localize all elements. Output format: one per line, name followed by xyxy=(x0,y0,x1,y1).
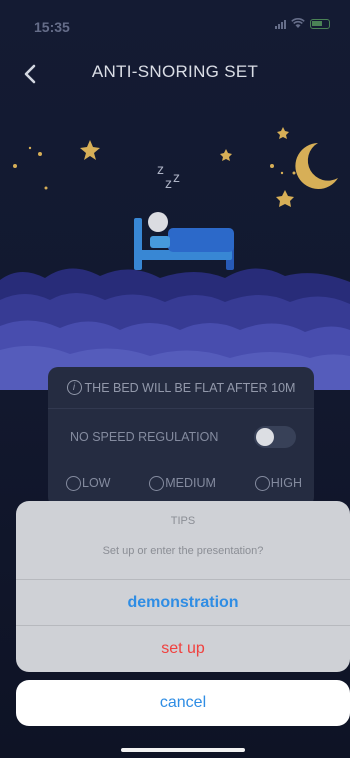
set-up-button[interactable]: set up xyxy=(16,625,350,672)
sheet-title: TIPS xyxy=(170,515,196,527)
sheet-message: Set up or enter the presentation? xyxy=(102,545,264,557)
tips-action-sheet: TIPS Set up or enter the presentation? d… xyxy=(16,501,350,672)
demonstration-button[interactable]: demonstration xyxy=(16,579,350,625)
home-indicator xyxy=(121,748,245,752)
cancel-button[interactable]: cancel xyxy=(16,680,350,726)
screen: 15:35 ANTI-SNORING SET zzz i THE BED WIL… xyxy=(0,0,350,758)
